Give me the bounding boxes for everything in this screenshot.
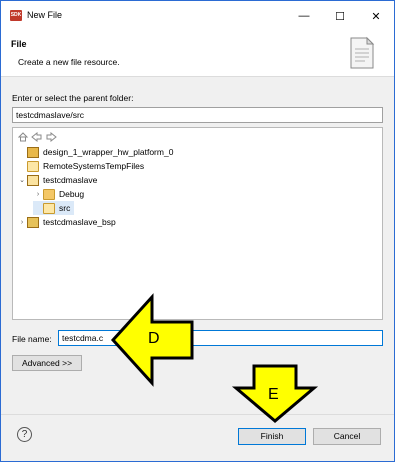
annotation-overlay [110,293,319,423]
callout-label-d: D [148,330,160,347]
callout-label-e: E [268,386,279,403]
